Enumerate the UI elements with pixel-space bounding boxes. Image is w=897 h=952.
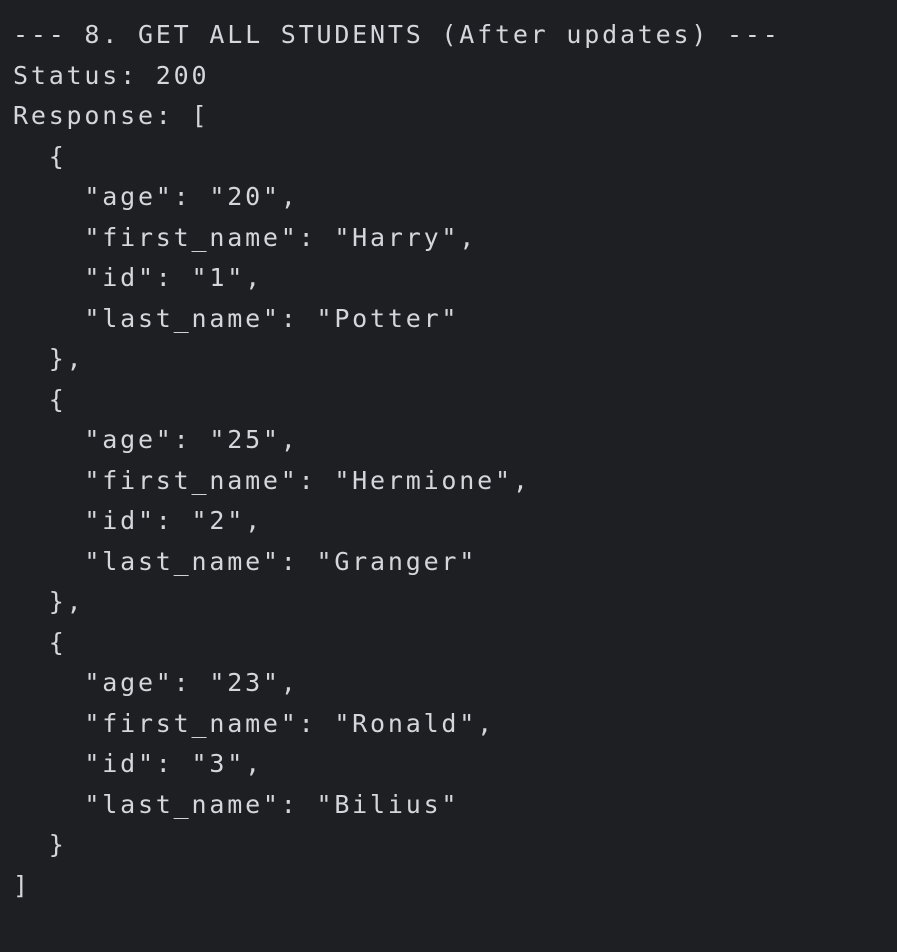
json-field-first-name: "first_name": "Ronald",	[13, 708, 495, 738]
response-close-line: ]	[13, 870, 31, 900]
json-object-close: },	[13, 587, 85, 616]
json-field-id: "id": "1",	[13, 263, 263, 292]
json-field-age: "age": "20",	[13, 182, 299, 211]
json-object-open: {	[13, 141, 67, 171]
status-line: Status: 200	[13, 60, 210, 90]
json-field-id: "id": "2",	[13, 506, 263, 535]
json-object-open: {	[13, 384, 67, 414]
json-field-first-name: "first_name": "Harry",	[13, 222, 478, 252]
json-object-open: {	[13, 627, 67, 657]
console-output: --- 8. GET ALL STUDENTS (After updates) …	[13, 15, 883, 940]
section-header-line: --- 8. GET ALL STUDENTS (After updates) …	[13, 20, 781, 49]
json-object-close: }	[13, 830, 67, 859]
json-field-last-name: "last_name": "Bilius"	[13, 789, 460, 819]
json-field-age: "age": "25",	[13, 425, 299, 454]
json-field-age: "age": "23",	[13, 668, 299, 697]
response-open-line: Response: [	[13, 101, 210, 130]
json-field-id: "id": "3",	[13, 749, 263, 778]
json-field-last-name: "last_name": "Potter"	[13, 303, 460, 333]
json-field-first-name: "first_name": "Hermione",	[13, 465, 531, 495]
json-object-close: },	[13, 344, 85, 373]
json-field-last-name: "last_name": "Granger"	[13, 546, 478, 576]
